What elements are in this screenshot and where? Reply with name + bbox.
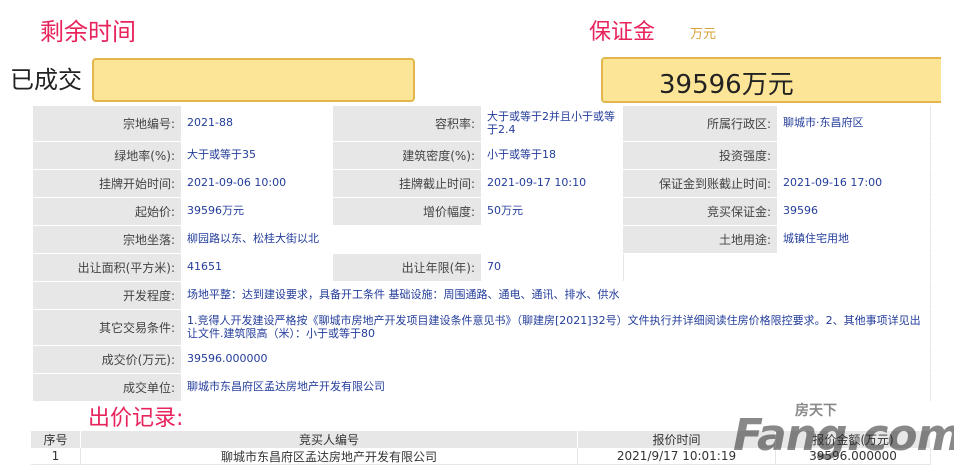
listing-end-value: 2021-09-17 10:10 bbox=[481, 170, 624, 197]
deal-unit-value: 聊城市东昌府区孟达房地产开发有限公司 bbox=[181, 374, 931, 401]
parcel-no-value: 2021-88 bbox=[181, 106, 334, 141]
building-density-value: 小于或等于18 bbox=[481, 142, 624, 169]
increment-value: 50万元 bbox=[481, 198, 624, 225]
plot-ratio-label: 容积率: bbox=[334, 106, 481, 141]
green-rate-value: 大于或等于35 bbox=[181, 142, 334, 169]
table-row: 成交价(万元): 39596.000000 bbox=[33, 346, 931, 374]
table-row: 其它交易条件: 1.竞得人开发建设严格按《聊城市房地产开发项目建设条件意见书》（… bbox=[33, 310, 931, 346]
bids-col-index: 序号 bbox=[31, 431, 81, 448]
deposit-deadline-value: 2021-09-16 17:00 bbox=[777, 170, 931, 197]
start-price-value: 39596万元 bbox=[181, 198, 334, 225]
deal-price-label: 成交价(万元): bbox=[33, 346, 181, 373]
table-row: 绿地率(%): 大于或等于35 建筑密度(%): 小于或等于18 投资强度: bbox=[33, 142, 931, 170]
parcel-no-label: 宗地编号: bbox=[33, 106, 181, 141]
land-info-table: 宗地编号: 2021-88 容积率: 大于或等于2并且小于或等于2.4 所属行政… bbox=[33, 106, 931, 402]
bid-index: 1 bbox=[31, 448, 81, 464]
term-label: 出让年限(年): bbox=[334, 254, 481, 281]
listing-start-label: 挂牌开始时间: bbox=[33, 170, 181, 197]
dev-level-value: 场地平整：达到建设要求，具备开工条件 基础设施：周围通路、通电、通讯、排水、供水 bbox=[181, 282, 931, 309]
location-value: 柳园路以东、松桂大街以北 bbox=[181, 226, 624, 253]
deposit-value: 39596万元 bbox=[659, 70, 794, 100]
invest-intensity-label: 投资强度: bbox=[624, 142, 777, 169]
fang-watermark-logo: 房天下 Fang.com bbox=[733, 400, 954, 462]
listing-end-label: 挂牌截止时间: bbox=[334, 170, 481, 197]
other-conditions-label: 其它交易条件: bbox=[33, 310, 181, 345]
table-row: 宗地编号: 2021-88 容积率: 大于或等于2并且小于或等于2.4 所属行政… bbox=[33, 106, 931, 142]
remaining-time-bar bbox=[92, 58, 415, 102]
plot-ratio-value: 大于或等于2并且小于或等于2.4 bbox=[481, 106, 624, 141]
table-row: 开发程度: 场地平整：达到建设要求，具备开工条件 基础设施：周围通路、通电、通讯… bbox=[33, 282, 931, 310]
land-use-value: 城镇住宅用地 bbox=[777, 226, 931, 253]
bid-deposit-value: 39596 bbox=[777, 198, 931, 225]
dev-level-label: 开发程度: bbox=[33, 282, 181, 309]
listing-start-value: 2021-09-06 10:00 bbox=[181, 170, 334, 197]
remaining-time-label: 剩余时间 bbox=[40, 18, 136, 46]
bid-deposit-label: 竞买保证金: bbox=[624, 198, 777, 225]
table-row: 起始价: 39596万元 增价幅度: 50万元 竞买保证金: 39596 bbox=[33, 198, 931, 226]
table-row: 出让面积(平方米): 41651 出让年限(年): 70 bbox=[33, 254, 931, 282]
bid-bidder: 聊城市东昌府区孟达房地产开发有限公司 bbox=[81, 448, 578, 464]
term-value: 70 bbox=[481, 254, 624, 281]
green-rate-label: 绿地率(%): bbox=[33, 142, 181, 169]
status-badge: 已成交 bbox=[10, 66, 82, 94]
table-row: 挂牌开始时间: 2021-09-06 10:00 挂牌截止时间: 2021-09… bbox=[33, 170, 931, 198]
empty-cell bbox=[624, 254, 931, 281]
deposit-unit: 万元 bbox=[690, 27, 717, 42]
area-value: 41651 bbox=[181, 254, 334, 281]
increment-label: 增价幅度: bbox=[334, 198, 481, 225]
table-row: 成交单位: 聊城市东昌府区孟达房地产开发有限公司 bbox=[33, 374, 931, 402]
deposit-deadline-label: 保证金到账截止时间: bbox=[624, 170, 777, 197]
bids-col-bidder: 竞买人编号 bbox=[81, 431, 578, 448]
deposit-bar: 39596万元 bbox=[601, 57, 941, 103]
invest-intensity-value bbox=[777, 142, 931, 169]
deposit-label: 保证金 bbox=[589, 20, 656, 45]
location-label: 宗地坐落: bbox=[33, 226, 181, 253]
table-row: 宗地坐落: 柳园路以东、松桂大街以北 土地用途: 城镇住宅用地 bbox=[33, 226, 931, 254]
bids-title: 出价记录: bbox=[88, 406, 184, 431]
building-density-label: 建筑密度(%): bbox=[334, 142, 481, 169]
area-label: 出让面积(平方米): bbox=[33, 254, 181, 281]
watermark-main: Fang.com bbox=[733, 410, 954, 461]
district-value: 聊城市·东昌府区 bbox=[777, 106, 931, 141]
deal-price-value: 39596.000000 bbox=[181, 346, 931, 373]
other-conditions-value: 1.竞得人开发建设严格按《聊城市房地产开发项目建设条件意见书》（聊建房[2021… bbox=[181, 310, 931, 345]
district-label: 所属行政区: bbox=[624, 106, 777, 141]
start-price-label: 起始价: bbox=[33, 198, 181, 225]
deal-unit-label: 成交单位: bbox=[33, 374, 181, 401]
land-use-label: 土地用途: bbox=[624, 226, 777, 253]
